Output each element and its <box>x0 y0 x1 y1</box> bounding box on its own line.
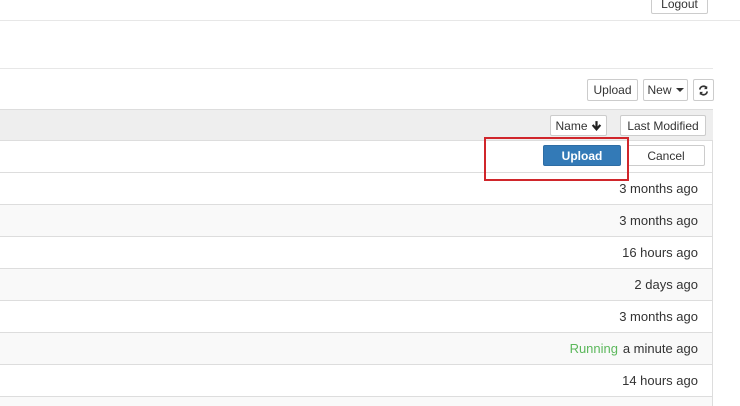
list-item[interactable]: 3 months ago <box>0 205 713 237</box>
item-modified: 2 days ago <box>634 277 698 292</box>
list-item[interactable]: 3 months ago <box>0 173 713 205</box>
logout-button[interactable]: Logout <box>651 0 708 14</box>
refresh-button[interactable] <box>693 79 714 101</box>
sort-name-label: Name <box>555 118 588 133</box>
tabs-divider <box>0 68 713 69</box>
row-cancel-button[interactable]: Cancel <box>627 145 705 166</box>
item-modified: 3 months ago <box>619 309 698 324</box>
row-upload-button[interactable]: Upload <box>543 145 621 166</box>
list-item[interactable]: 14 hours ago <box>0 365 713 397</box>
arrow-down-icon <box>591 121 601 131</box>
list-item[interactable] <box>0 397 713 406</box>
item-modified: 3 months ago <box>619 181 698 196</box>
item-modified: 3 months ago <box>619 213 698 228</box>
item-status: Running <box>569 341 618 356</box>
list-item[interactable]: 16 hours ago <box>0 237 713 269</box>
item-modified: 16 hours ago <box>622 245 698 260</box>
sort-by-name-button[interactable]: Name <box>550 115 607 136</box>
refresh-icon <box>699 85 708 95</box>
list-item[interactable]: 3 months ago <box>0 301 713 333</box>
new-dropdown-button[interactable]: New <box>643 79 688 101</box>
header-divider <box>0 20 740 21</box>
item-modified: 14 hours ago <box>622 373 698 388</box>
new-label: New <box>647 83 672 97</box>
upload-button[interactable]: Upload <box>587 79 638 101</box>
item-modified: a minute ago <box>622 341 698 356</box>
list-item[interactable]: 2 days ago <box>0 269 713 301</box>
caret-down-icon <box>675 88 684 92</box>
sort-by-last-modified-button[interactable]: Last Modified <box>620 115 706 136</box>
list-item[interactable]: Running a minute ago <box>0 333 713 365</box>
